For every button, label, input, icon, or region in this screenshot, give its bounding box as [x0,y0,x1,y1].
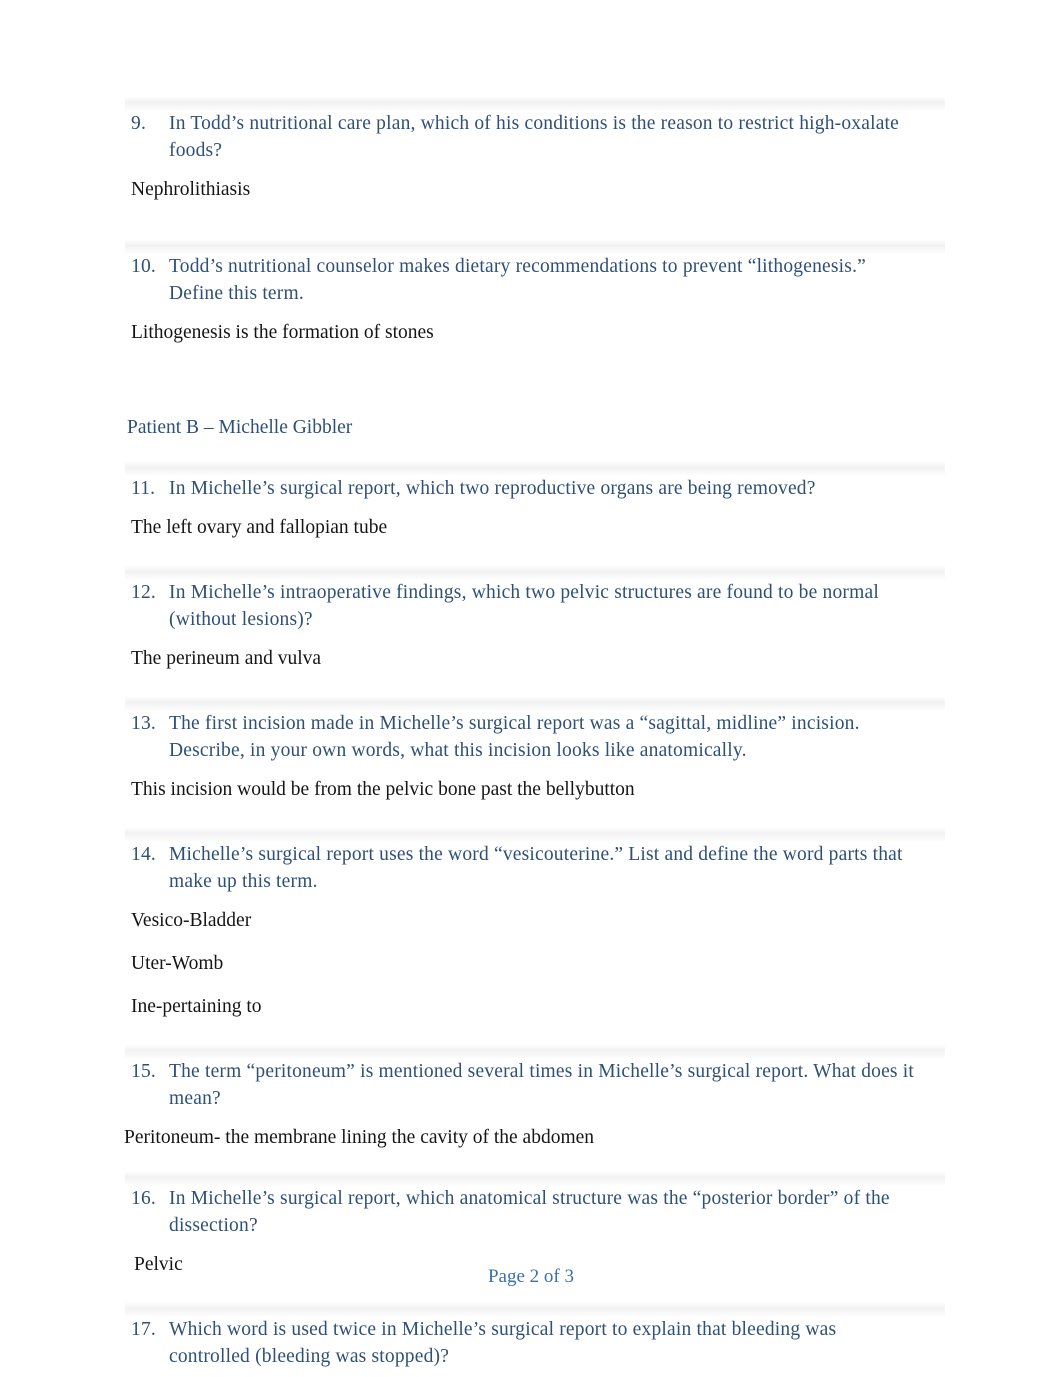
question-band [0,1171,1062,1185]
answer-text: Lithogenesis is the formation of stones [131,322,434,343]
question-text: In Michelle’s surgical report, which ana… [169,1188,890,1236]
question-text: The term “peritoneum” is mentioned sever… [169,1061,915,1109]
question-item-16: 16. In Michelle’s surgical report, which… [0,1185,1062,1239]
question-number: 16. [131,1188,156,1209]
document-body: 9. In Todd’s nutritional care plan, whic… [0,0,1062,1377]
question-text: The first incision made in Michelle’s su… [169,713,860,761]
question-number: 9. [131,113,147,134]
question-band [0,239,1062,253]
question-number: 13. [131,713,156,734]
answer-text: Nephrolithiasis [131,179,251,200]
answer-text: This incision would be from the pelvic b… [131,779,635,800]
section-heading-patient-b: Patient B – Michelle Gibbler [127,417,353,438]
question-number: 12. [131,582,156,603]
question-band [0,461,1062,475]
answer-text: The perineum and vulva [131,648,322,669]
question-band [0,96,1062,110]
question-number: 14. [131,844,156,865]
answer-text: Peritoneum- the membrane lining the cavi… [124,1127,595,1148]
question-text: Todd’s nutritional counselor makes dieta… [169,256,866,304]
question-number: 15. [131,1061,156,1082]
question-text: Which word is used twice in Michelle’s s… [169,1319,837,1367]
question-item-9: 9. In Todd’s nutritional care plan, whic… [0,110,1062,164]
question-band [0,1044,1062,1058]
page-footer: Page 2 of 3 [487,1266,574,1287]
question-band [0,827,1062,841]
question-text: In Michelle’s surgical report, which two… [169,478,816,499]
question-item-13: 13. The first incision made in Michelle’… [0,710,1062,764]
question-text: In Todd’s nutritional care plan, which o… [169,113,900,161]
question-text: Michelle’s surgical report uses the word… [169,844,903,892]
question-item-11: 11. In Michelle’s surgical report, which… [0,475,1062,502]
question-item-14: 14. Michelle’s surgical report uses the … [0,841,1062,895]
question-band [0,565,1062,579]
top-margin-spacer [0,0,1062,48]
question-item-10: 10. Todd’s nutritional counselor makes d… [0,253,1062,307]
top-margin-spacer-2 [0,48,1062,96]
question-item-17: 17. Which word is used twice in Michelle… [0,1316,1062,1370]
question-item-12: 12. In Michelle’s intraoperative finding… [0,579,1062,633]
question-number: 17. [131,1319,156,1340]
document-page: 9. In Todd’s nutritional care plan, whic… [0,0,1062,1377]
question-band [0,696,1062,710]
question-item-15: 15. The term “peritoneum” is mentioned s… [0,1058,1062,1112]
question-number: 11. [131,478,156,499]
answer-text: The left ovary and fallopian tube [131,517,388,538]
answer-text: Ine-pertaining to [131,996,262,1017]
question-text: In Michelle’s intraoperative findings, w… [169,582,879,630]
question-band [0,1302,1062,1316]
question-number: 10. [131,256,156,277]
answer-text: Vesico-Bladder [131,910,252,931]
answer-text: Uter-Womb [131,953,224,974]
